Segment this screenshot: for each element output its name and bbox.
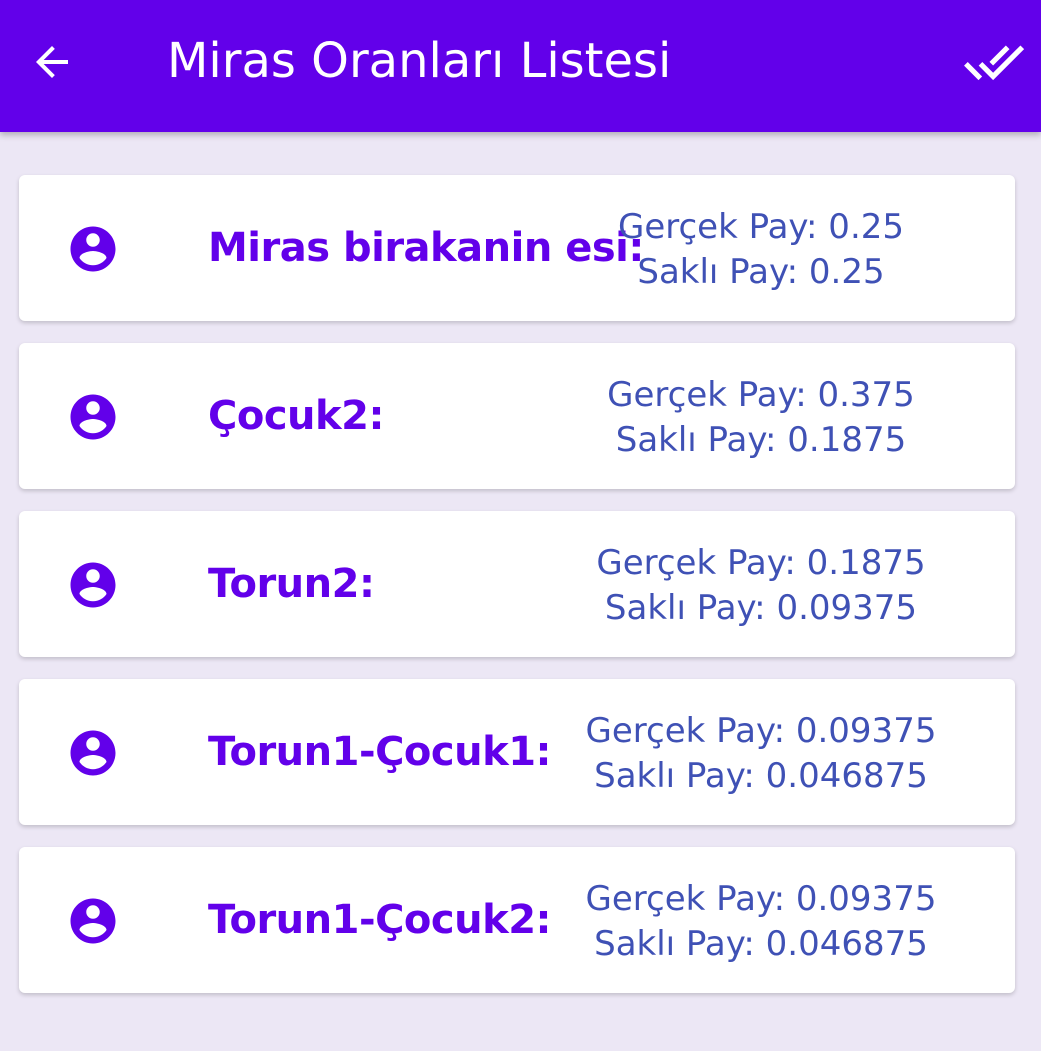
heir-name: Torun1-Çocuk2: bbox=[208, 897, 552, 943]
done-all-button[interactable] bbox=[961, 32, 1027, 92]
account-circle-icon bbox=[70, 394, 116, 440]
account-circle-icon bbox=[70, 730, 116, 776]
gercek-pay: Gerçek Pay: 0.1875 bbox=[596, 543, 926, 583]
heir-shares: Gerçek Pay: 0.25 Saklı Pay: 0.25 bbox=[551, 205, 971, 295]
account-circle-icon bbox=[70, 562, 116, 608]
heir-card[interactable]: Torun1-Çocuk1: Gerçek Pay: 0.09375 Saklı… bbox=[19, 679, 1015, 825]
heir-shares: Gerçek Pay: 0.375 Saklı Pay: 0.1875 bbox=[551, 373, 971, 463]
heir-shares: Gerçek Pay: 0.09375 Saklı Pay: 0.046875 bbox=[551, 709, 971, 799]
heir-card[interactable]: Çocuk2: Gerçek Pay: 0.375 Saklı Pay: 0.1… bbox=[19, 343, 1015, 489]
sakli-pay: Saklı Pay: 0.046875 bbox=[594, 924, 928, 964]
gercek-pay: Gerçek Pay: 0.09375 bbox=[585, 879, 937, 919]
heir-card[interactable]: Torun1-Çocuk2: Gerçek Pay: 0.09375 Saklı… bbox=[19, 847, 1015, 993]
page-title: Miras Oranları Listesi bbox=[167, 33, 672, 89]
sakli-pay: Saklı Pay: 0.09375 bbox=[604, 588, 918, 628]
heir-card[interactable]: Miras birakanin esi: Gerçek Pay: 0.25 Sa… bbox=[19, 175, 1015, 321]
sakli-pay: Saklı Pay: 0.1875 bbox=[615, 420, 907, 460]
arrow-back-icon bbox=[36, 46, 68, 78]
heir-name: Torun2: bbox=[208, 561, 375, 607]
account-circle-icon bbox=[70, 898, 116, 944]
sakli-pay: Saklı Pay: 0.046875 bbox=[594, 756, 928, 796]
gercek-pay: Gerçek Pay: 0.25 bbox=[617, 207, 905, 247]
heir-list: Miras birakanin esi: Gerçek Pay: 0.25 Sa… bbox=[19, 175, 1015, 1015]
gercek-pay: Gerçek Pay: 0.09375 bbox=[585, 711, 937, 751]
account-circle-icon bbox=[70, 226, 116, 272]
heir-name: Torun1-Çocuk1: bbox=[208, 729, 552, 775]
app-bar: Miras Oranları Listesi bbox=[0, 0, 1041, 132]
heir-shares: Gerçek Pay: 0.09375 Saklı Pay: 0.046875 bbox=[551, 877, 971, 967]
heir-shares: Gerçek Pay: 0.1875 Saklı Pay: 0.09375 bbox=[551, 541, 971, 631]
done-all-icon bbox=[964, 45, 1025, 81]
heir-card[interactable]: Torun2: Gerçek Pay: 0.1875 Saklı Pay: 0.… bbox=[19, 511, 1015, 657]
heir-name: Çocuk2: bbox=[208, 393, 384, 439]
gercek-pay: Gerçek Pay: 0.375 bbox=[607, 375, 915, 415]
sakli-pay: Saklı Pay: 0.25 bbox=[637, 252, 885, 292]
back-button[interactable] bbox=[22, 32, 82, 92]
